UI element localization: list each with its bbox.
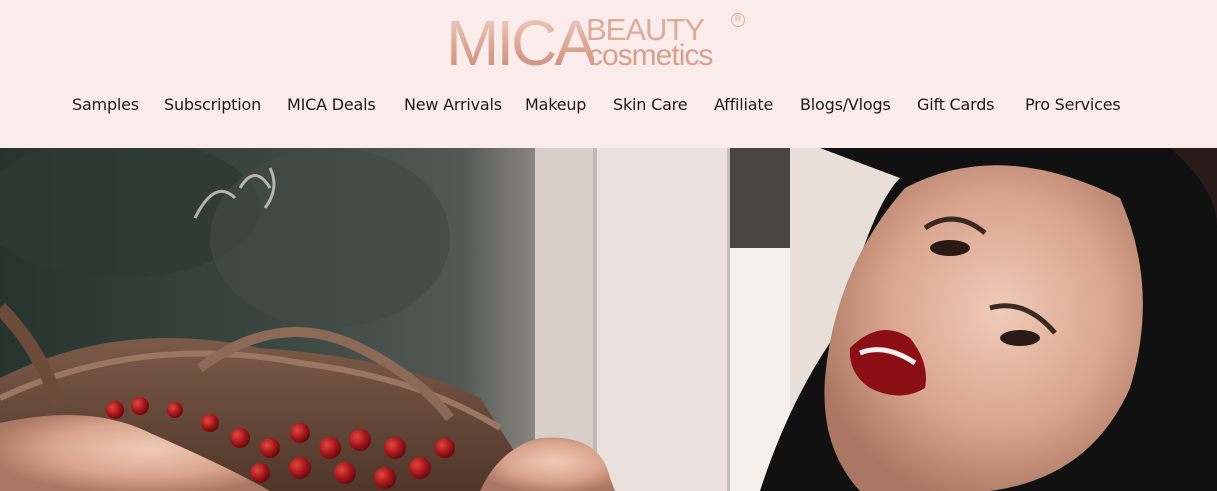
nav-item-mica-deals[interactable]: MICA Deals xyxy=(287,92,376,118)
nav-item-skin-care[interactable]: Skin Care xyxy=(613,92,688,118)
nav-item-samples[interactable]: Samples xyxy=(72,92,139,118)
registered-mark-icon: R xyxy=(731,13,745,27)
nav-item-makeup[interactable]: Makeup xyxy=(525,92,586,118)
site-header: MICA BEAUTY R cosmetics Samples Subscrip… xyxy=(0,0,1217,148)
nav-item-blogs-vlogs[interactable]: Blogs/Vlogs xyxy=(800,92,891,118)
nav-item-gift-cards[interactable]: Gift Cards xyxy=(917,92,995,118)
logo-mica-text: MICA xyxy=(446,7,597,79)
hero-photo-illustration xyxy=(0,148,1217,491)
nav-item-pro-services[interactable]: Pro Services xyxy=(1025,92,1121,118)
nav-item-subscription[interactable]: Subscription xyxy=(164,92,261,118)
hero-banner-image[interactable] xyxy=(0,148,1217,491)
nav-item-new-arrivals[interactable]: New Arrivals xyxy=(404,92,502,118)
main-navigation: Samples Subscription MICA Deals New Arri… xyxy=(0,92,1217,118)
nav-item-affiliate[interactable]: Affiliate xyxy=(714,92,773,118)
brand-logo[interactable]: MICA BEAUTY R cosmetics xyxy=(446,7,746,79)
logo-cosmetics-text: cosmetics xyxy=(588,39,713,72)
